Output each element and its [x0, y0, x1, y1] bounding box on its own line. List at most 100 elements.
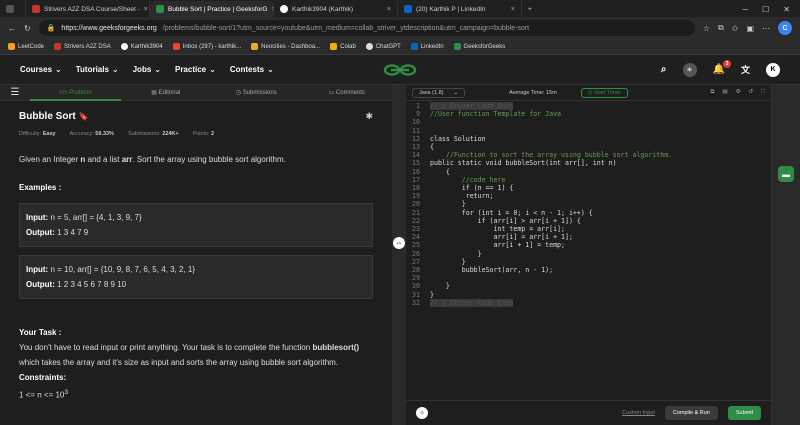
copilot-icon[interactable]: C: [778, 21, 792, 35]
minimize-icon[interactable]: ─: [742, 5, 748, 14]
tab-label: Problem: [69, 89, 92, 96]
code-text: // } Driver Code Ends: [430, 298, 514, 308]
bookmark-item[interactable]: GeeksforGeeks: [453, 43, 505, 50]
start-timer-button[interactable]: ◷ Start Timer: [580, 87, 628, 98]
line-number: 1: [416, 102, 420, 110]
close-icon[interactable]: ×: [387, 6, 391, 13]
resize-handle-icon[interactable]: ⇔: [393, 237, 405, 249]
code-icon: </>: [58, 89, 70, 96]
file-icon[interactable]: ▤: [722, 89, 727, 96]
maximize-icon[interactable]: ☐: [762, 5, 769, 14]
code-text: //User function Template for Java: [430, 110, 562, 119]
bookmark-icon: [8, 43, 15, 50]
bookmark-item[interactable]: LeetCode: [8, 43, 44, 50]
nav-contests[interactable]: Contests ⌄: [230, 65, 274, 74]
reset-icon[interactable]: ↺: [749, 89, 754, 96]
translate-icon[interactable]: 文: [741, 63, 750, 76]
star-icon[interactable]: ☆: [703, 24, 710, 33]
text: 1 <= n <= 10: [19, 390, 65, 400]
gfg-logo[interactable]: [383, 61, 417, 79]
address-bar[interactable]: 🔒 https://www.geeksforgeeks.org/problems/…: [38, 20, 695, 36]
output-label: Output:: [26, 228, 55, 237]
tab-problem[interactable]: </> Problem: [30, 85, 121, 101]
nav-tutorials[interactable]: Tutorials ⌄: [76, 65, 119, 74]
constraint: 1 <= n <= 103: [19, 385, 373, 403]
code-text: }: [430, 282, 450, 291]
close-icon[interactable]: ×: [511, 6, 515, 13]
avatar[interactable]: K: [766, 62, 780, 77]
nav-courses[interactable]: Courses ⌄: [20, 65, 62, 74]
menu-icon[interactable]: ☰: [0, 85, 30, 101]
code-text: return;: [430, 192, 494, 201]
notification-icon[interactable]: 🔔 3: [713, 60, 731, 75]
compile-run-button[interactable]: Compile & Run: [664, 406, 718, 420]
bookmark-item[interactable]: Strivers A2Z DSA: [54, 43, 111, 50]
bookmark-item[interactable]: ChatGPT: [365, 43, 401, 50]
settings-icon[interactable]: ⚙: [736, 89, 741, 96]
favorites-icon[interactable]: ✩: [732, 24, 739, 33]
bug-report-icon[interactable]: ✱: [365, 109, 373, 124]
new-tab-button[interactable]: +: [522, 1, 542, 17]
code-text: for (int i = 0; i < n - 1; i++) {: [430, 208, 593, 217]
nav-label: Practice: [174, 65, 207, 74]
copy-icon[interactable]: ⧉: [710, 89, 714, 96]
code-editor[interactable]: 1 // } Driver Code Ends 9 //User function T…: [406, 102, 771, 386]
tab-actions-icon[interactable]: [6, 5, 14, 13]
line-number: 14: [412, 151, 420, 160]
custom-input-link[interactable]: Custom Input: [622, 410, 655, 416]
bookmark-item[interactable]: Colab: [330, 43, 356, 50]
panel-splitter[interactable]: ⇔: [392, 85, 406, 425]
bookmark-item[interactable]: Inbox (297) - karthik...: [172, 43, 242, 50]
line-number: 26: [412, 249, 420, 258]
favicon-icon: [156, 5, 164, 13]
tab-editorial[interactable]: ▤ Editorial: [121, 85, 212, 101]
input-label: Input:: [26, 213, 49, 222]
code-text: }: [430, 249, 482, 258]
browser-tab[interactable]: Karthik3904 (Karthik) ×: [274, 1, 398, 17]
nav-label: Contests: [229, 65, 265, 74]
code-text: int temp = arr[i];: [430, 225, 565, 234]
browser-tab[interactable]: (20) Karthik P | LinkedIn ×: [398, 1, 522, 17]
browser-tab[interactable]: [0, 1, 26, 17]
bookmark-item[interactable]: Neocities - Dashboa...: [251, 43, 320, 50]
browser-tab[interactable]: Strivers A2Z DSA Course/Sheet - ×: [26, 1, 150, 17]
document-icon: ▤: [151, 89, 159, 96]
line-number: 24: [412, 233, 420, 242]
nav-practice[interactable]: Practice ⌄: [175, 65, 216, 74]
url-host: https://www.geeksforgeeks.org: [61, 24, 157, 32]
extensions-icon[interactable]: ⧉: [718, 23, 724, 33]
code-line: 28 bubbleSort(arr, n - 1);: [406, 266, 771, 274]
bookmark-icon: [453, 43, 461, 50]
nav-jobs[interactable]: Jobs ⌄: [133, 65, 161, 74]
collections-icon[interactable]: ▣: [746, 24, 754, 33]
chat-icon[interactable]: ▬: [778, 166, 794, 182]
average-time: Average Time: 15m: [509, 89, 557, 96]
line-number: 13: [412, 143, 420, 152]
theme-toggle-icon[interactable]: ☀: [682, 62, 697, 77]
lightbulb-icon[interactable]: ☼: [416, 407, 428, 419]
search-icon[interactable]: ⌕: [661, 64, 667, 75]
browser-menu-icon[interactable]: ⋯: [762, 24, 770, 33]
back-icon[interactable]: ←: [8, 24, 16, 33]
tab-comments[interactable]: ▭ Comments: [302, 85, 393, 101]
refresh-icon[interactable]: ↻: [24, 24, 31, 33]
bookmark-item[interactable]: LinkedIn: [410, 43, 444, 50]
bookmark-label: Neocities - Dashboa...: [261, 43, 321, 50]
code-line: 27 }: [406, 258, 771, 266]
bookmark-icon[interactable]: 🔖: [79, 109, 89, 124]
tab-label: Karthik3904 (Karthik): [292, 5, 354, 13]
close-icon[interactable]: ×: [144, 6, 148, 13]
fullscreen-icon[interactable]: ⛶: [761, 89, 765, 96]
timer-label: Start Timer: [594, 89, 621, 96]
code-line: 31}: [406, 291, 771, 299]
tab-submissions[interactable]: ◷ Submissions: [211, 85, 302, 101]
bookmark-label: Inbox (297) - karthik...: [182, 43, 242, 50]
browser-tab-active[interactable]: Bubble Sort | Practice | GeeksforG×: [150, 1, 274, 17]
example-output: 1 2 3 4 5 6 7 8 9 10: [57, 280, 127, 289]
submit-button[interactable]: Submit: [727, 406, 761, 420]
chevron-down-icon: ⌄: [55, 65, 62, 74]
line-number: 21: [412, 208, 420, 217]
bookmark-item[interactable]: Karthik3904: [120, 43, 163, 50]
language-select[interactable]: Java (1.8) ⌄: [412, 87, 466, 98]
close-window-icon[interactable]: ✕: [783, 5, 790, 14]
